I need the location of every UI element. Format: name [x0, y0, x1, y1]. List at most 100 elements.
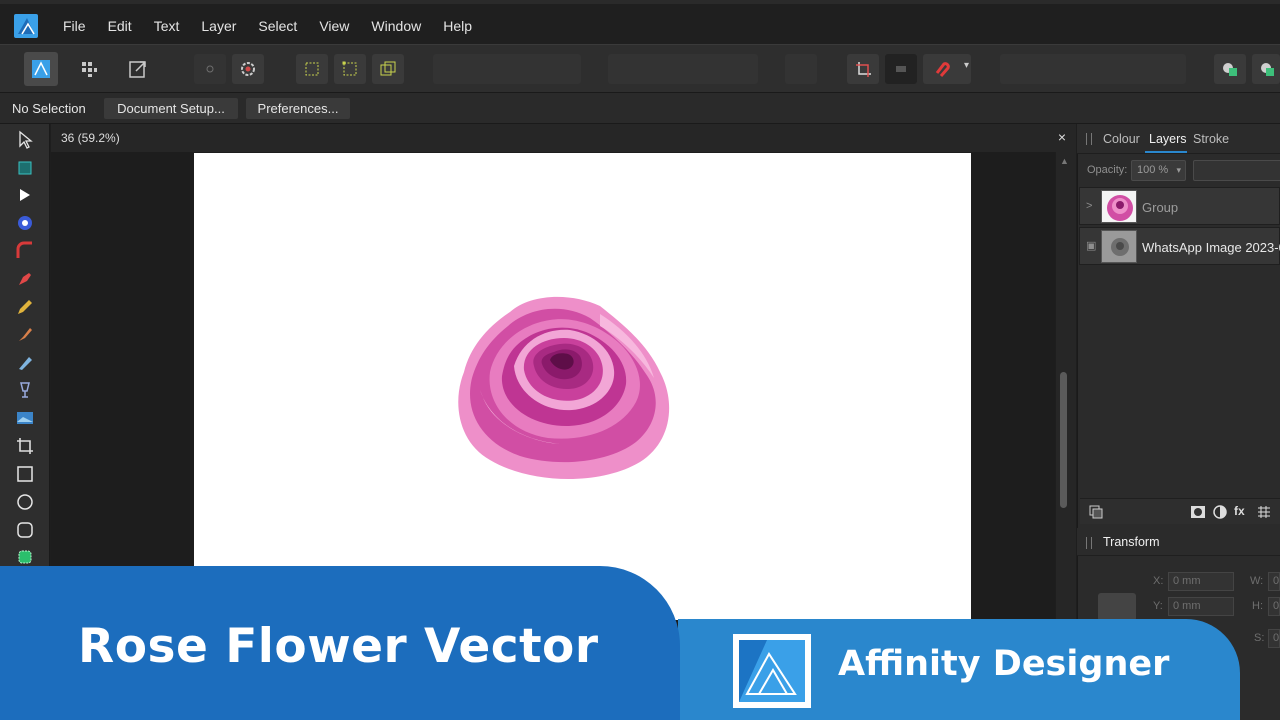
export-persona-button[interactable] — [122, 54, 154, 84]
adjustment-icon[interactable] — [1212, 504, 1228, 520]
selection-box-icon — [305, 62, 319, 76]
rectangle-tool[interactable] — [13, 462, 37, 486]
node-tool[interactable] — [13, 184, 37, 208]
glass-icon — [20, 382, 30, 398]
anchor-selector[interactable] — [1098, 593, 1136, 621]
pen-icon — [19, 273, 31, 285]
transform-box-button[interactable] — [334, 54, 366, 84]
menu-window[interactable]: Window — [360, 2, 432, 50]
menu-edit[interactable]: Edit — [97, 2, 143, 50]
panel-grip-icon[interactable] — [1086, 537, 1092, 549]
tab-stroke[interactable]: Stroke — [1193, 132, 1229, 146]
chevron-down-icon: ▾ — [1176, 165, 1181, 175]
h-label: H: — [1252, 600, 1263, 612]
pixel-persona-button[interactable] — [73, 54, 105, 84]
fx-icon[interactable]: fx — [1234, 504, 1250, 520]
pencil-tool[interactable] — [13, 295, 37, 319]
mask-icon[interactable] — [1190, 504, 1206, 520]
opacity-dropdown[interactable]: 100 % ▾ — [1131, 160, 1186, 181]
w-field[interactable]: 0 — [1268, 572, 1280, 591]
snapping-button[interactable] — [194, 54, 226, 84]
layers-stack-icon[interactable] — [1088, 504, 1104, 520]
place-image-tool[interactable] — [13, 406, 37, 430]
context-toolbar: No Selection Document Setup... Preferenc… — [0, 92, 1280, 124]
menu-layer[interactable]: Layer — [190, 2, 247, 50]
rose-thumbnail-icon — [1107, 195, 1133, 221]
boolean-buttons[interactable] — [1000, 54, 1186, 84]
vector-brush-tool[interactable] — [13, 323, 37, 347]
grid-icon[interactable] — [1256, 504, 1272, 520]
expand-chevron-icon[interactable]: > — [1086, 200, 1092, 212]
anchor-snap-icon — [856, 62, 871, 77]
layer-thumbnail — [1101, 230, 1137, 263]
menu-text[interactable]: Text — [143, 2, 191, 50]
tab-colour[interactable]: Colour — [1103, 132, 1140, 146]
x-label: X: — [1153, 575, 1164, 587]
designer-persona-button[interactable] — [24, 52, 58, 86]
document-title: 36 (59.2%) — [61, 131, 120, 145]
ellipse-icon — [17, 494, 33, 510]
fill-tool[interactable] — [13, 351, 37, 375]
target-icon — [18, 216, 32, 230]
w-label: W: — [1250, 575, 1264, 587]
vertical-scrollbar-thumb[interactable] — [1060, 372, 1067, 508]
banner-title: Rose Flower Vector — [78, 619, 599, 674]
node-pointer-icon — [20, 189, 30, 201]
layer-row-group[interactable]: > Group — [1079, 187, 1280, 225]
menu-select[interactable]: Select — [247, 2, 308, 50]
layer-row-image[interactable]: ▣ WhatsApp Image 2023-0 — [1079, 227, 1280, 265]
ellipse-tool[interactable] — [13, 490, 37, 514]
magnet-snapping-button[interactable]: ▾ — [923, 54, 971, 84]
selection-box-button[interactable] — [296, 54, 328, 84]
snap-toggle-button[interactable] — [885, 54, 917, 84]
assistant-button[interactable] — [1214, 54, 1246, 84]
paint-tube-icon — [19, 357, 32, 370]
pen-tool[interactable] — [13, 267, 37, 291]
s-field[interactable]: 0 — [1268, 629, 1280, 648]
menu-view[interactable]: View — [308, 2, 360, 50]
magnet-icon — [935, 62, 950, 77]
flip-button[interactable] — [785, 54, 817, 84]
settings-button[interactable] — [232, 54, 264, 84]
h-field[interactable]: 0 — [1268, 597, 1280, 616]
shape-icon — [18, 550, 32, 564]
chevron-down-icon[interactable]: ▾ — [964, 60, 969, 71]
menu-help[interactable]: Help — [432, 2, 483, 50]
corner-tool[interactable] — [13, 239, 37, 263]
tab-transform[interactable]: Transform — [1103, 535, 1160, 549]
rose-artwork[interactable] — [450, 292, 674, 484]
tab-layers[interactable]: Layers — [1149, 132, 1187, 146]
point-transform-tool[interactable] — [13, 211, 37, 235]
move-tool[interactable] — [13, 128, 37, 152]
opacity-row: Opacity: 100 % ▾ — [1077, 156, 1280, 186]
y-field[interactable]: 0 mm — [1168, 597, 1234, 616]
active-tab-indicator — [1145, 151, 1187, 153]
x-field[interactable]: 0 mm — [1168, 572, 1234, 591]
brush-icon — [19, 328, 32, 341]
align-buttons[interactable] — [608, 54, 758, 84]
circle-icon — [206, 65, 214, 73]
layers-footer: fx — [1080, 498, 1280, 524]
scroll-up-arrow-icon[interactable]: ▲ — [1060, 156, 1069, 166]
panel-grip-icon[interactable] — [1086, 133, 1092, 145]
blend-mode-dropdown[interactable] — [1193, 160, 1280, 181]
y-label: Y: — [1153, 600, 1163, 612]
snapping-anchor-button[interactable] — [847, 54, 879, 84]
snap-bbox-button[interactable] — [372, 54, 404, 84]
rectangle-icon — [17, 466, 33, 482]
crop-tool[interactable] — [13, 434, 37, 458]
snap-bbox-icon — [380, 61, 396, 76]
rect-icon — [896, 66, 906, 72]
close-document-icon[interactable]: × — [1058, 129, 1066, 145]
affinity-designer-logo-icon[interactable] — [12, 12, 40, 40]
transparency-tool[interactable] — [13, 378, 37, 402]
image-thumbnail-icon — [1102, 231, 1136, 262]
arrange-buttons[interactable] — [433, 54, 581, 84]
preferences-button[interactable]: Preferences... — [246, 98, 350, 119]
rounded-rectangle-tool[interactable] — [13, 518, 37, 542]
assistant-button-2[interactable] — [1252, 54, 1280, 84]
menu-file[interactable]: File — [52, 2, 97, 50]
document-tab[interactable]: 36 (59.2%) × — [51, 124, 1076, 152]
artboard-tool[interactable] — [13, 156, 37, 180]
document-setup-button[interactable]: Document Setup... — [104, 98, 238, 119]
